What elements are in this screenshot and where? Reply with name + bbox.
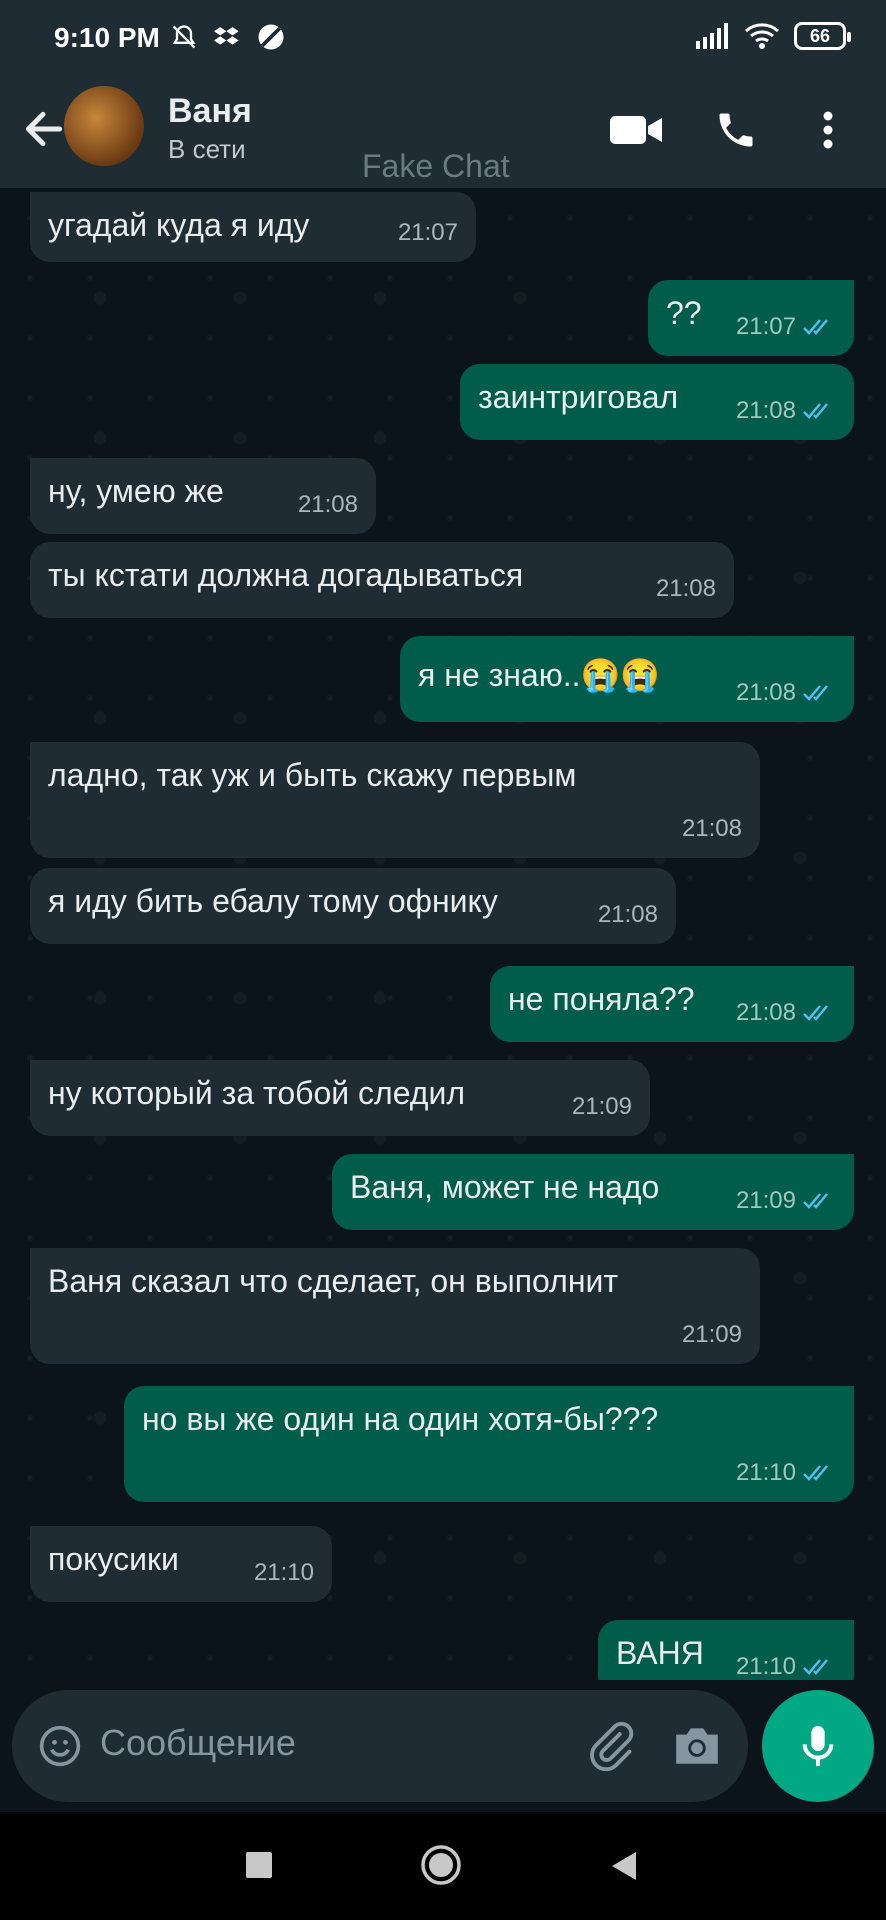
camera-icon[interactable] (672, 1722, 722, 1768)
watermark: Fake Chat (362, 148, 510, 184)
message-outgoing[interactable]: Ваня, может не надо 21:09 (332, 1154, 854, 1230)
more-options-icon (823, 111, 833, 149)
more-options-button[interactable] (808, 102, 848, 158)
dropbox-icon (214, 27, 239, 45)
message-incoming[interactable]: Ваня сказал что сделает, он выполнит 21:… (30, 1248, 760, 1364)
video-call-button[interactable] (608, 102, 664, 158)
battery-indicator: 66 (794, 22, 851, 50)
message-outgoing[interactable]: ?? 21:07 (648, 280, 854, 356)
video-call-icon (610, 116, 662, 144)
message-incoming[interactable]: ну, умею же 21:08 (30, 458, 376, 534)
home-icon[interactable] (420, 1844, 462, 1886)
message-outgoing[interactable]: заинтриговал 21:08 (460, 364, 854, 440)
read-ticks-icon (803, 1005, 828, 1021)
read-ticks-icon (803, 319, 828, 335)
voice-call-button[interactable] (708, 102, 764, 158)
back-arrow-icon[interactable] (18, 104, 68, 154)
avatar[interactable] (64, 86, 144, 166)
message-outgoing[interactable]: не поняла?? 21:08 (490, 966, 854, 1042)
message-outgoing[interactable]: я не знаю..😭😭 21:08 (400, 636, 854, 722)
status-time: 9:10 PM (54, 22, 160, 53)
message-incoming[interactable]: ну который за тобой следил 21:09 (30, 1060, 650, 1136)
message-outgoing[interactable]: ВАНЯ 21:10 (598, 1620, 854, 1680)
system-navigation-bar (0, 1812, 886, 1920)
message-outgoing[interactable]: но вы же один на один хотя-бы??? 21:10 (124, 1386, 854, 1502)
read-ticks-icon (803, 1193, 828, 1209)
message-incoming[interactable]: покусики 21:10 (30, 1526, 332, 1602)
message-input[interactable]: Сообщение (100, 1722, 296, 1764)
do-not-disturb-icon (258, 24, 284, 50)
read-ticks-icon (803, 685, 828, 701)
message-input-bar[interactable]: Сообщение (12, 1690, 748, 1802)
contact-name[interactable]: Ваня (168, 92, 252, 131)
message-incoming[interactable]: я иду бить ебалу тому офнику 21:08 (30, 868, 676, 944)
signal-icon (696, 23, 728, 49)
mic-icon (802, 1726, 834, 1766)
emoji-icon[interactable] (38, 1724, 82, 1768)
contact-status: В сети (168, 134, 246, 164)
message-incoming[interactable]: угадай куда я иду 21:07 (30, 192, 476, 262)
message-incoming[interactable]: ладно, так уж и быть скажу первым 21:08 (30, 742, 760, 858)
read-ticks-icon (803, 403, 828, 419)
read-ticks-icon (803, 1465, 828, 1481)
chat-area[interactable]: угадай куда я иду 21:07 ?? 21:07 заинтри… (0, 188, 886, 1680)
bell-muted-icon (172, 25, 196, 49)
recent-apps-icon[interactable] (246, 1852, 272, 1878)
attach-icon[interactable] (584, 1720, 636, 1772)
chat-header: Ваня В сети Fake Chat (0, 78, 886, 188)
back-nav-icon[interactable] (610, 1850, 638, 1882)
read-ticks-icon (803, 1659, 828, 1675)
phone-icon (719, 113, 753, 147)
message-incoming[interactable]: ты кстати должна догадываться 21:08 (30, 542, 734, 618)
wifi-icon (745, 23, 779, 49)
status-bar: 9:10 PM 66 (0, 0, 886, 78)
mic-button[interactable] (762, 1690, 874, 1802)
